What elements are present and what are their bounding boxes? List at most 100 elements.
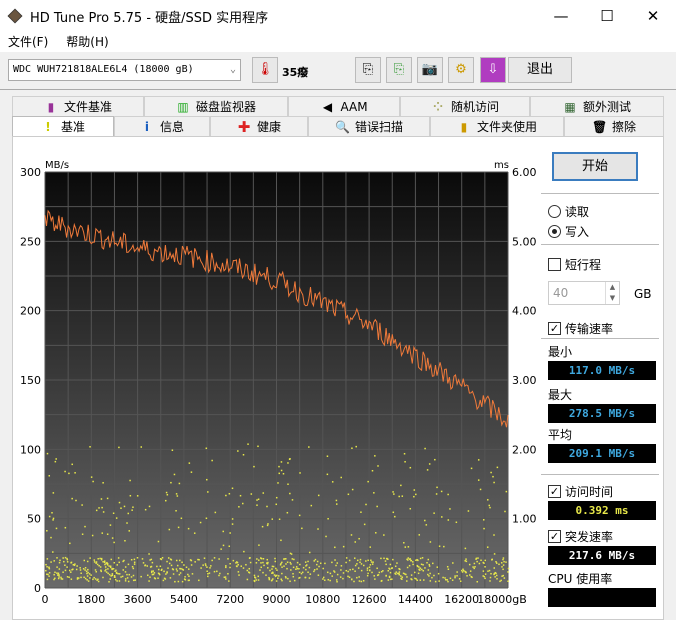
access-time-point	[290, 569, 292, 571]
access-time-point	[175, 493, 178, 495]
short-stroke-checkbox[interactable]: 短行程	[548, 256, 601, 273]
access-time-point	[456, 571, 458, 573]
access-time-value: 0.392 ms	[548, 501, 656, 520]
access-time-point	[304, 561, 307, 563]
access-time-point	[231, 523, 234, 525]
access-time-point	[211, 559, 213, 562]
access-time-point	[309, 573, 312, 575]
access-time-point	[242, 502, 244, 505]
access-time-point	[307, 571, 309, 574]
access-time-point	[331, 561, 333, 564]
short-stroke-size-input[interactable]: 40 ▲ ▼	[548, 281, 620, 305]
access-time-point	[188, 575, 190, 577]
start-button[interactable]: 开始	[552, 152, 638, 181]
access-time-point	[242, 567, 245, 569]
access-time-point	[340, 565, 343, 567]
access-time-point	[104, 563, 106, 566]
minimize-button[interactable]: —	[538, 0, 584, 32]
access-time-point	[412, 563, 414, 566]
access-time-point	[374, 578, 376, 580]
access-time-point	[281, 572, 283, 575]
access-time-point	[232, 559, 235, 562]
maximize-button[interactable]: ☐	[584, 0, 630, 32]
access-time-point	[302, 566, 305, 569]
access-time-point	[308, 446, 310, 448]
access-time-point	[286, 567, 288, 570]
x-tick-label: 7200	[216, 593, 244, 606]
access-time-point	[477, 557, 479, 559]
access-time-point	[340, 569, 342, 571]
x-tick-label: 16200	[444, 593, 479, 606]
access-time-point	[248, 572, 251, 574]
avg-label: 平均	[548, 428, 573, 442]
access-time-point	[175, 510, 177, 512]
access-time-point	[120, 507, 122, 509]
checkbox-box	[548, 258, 561, 271]
burst-rate-checkbox[interactable]: ✓ 突发速率	[548, 528, 613, 545]
access-time-point	[502, 558, 504, 561]
access-time-point	[447, 519, 450, 521]
access-time-point	[482, 519, 485, 521]
access-time-point	[469, 574, 471, 576]
access-time-point	[208, 572, 211, 574]
access-time-point	[289, 458, 291, 460]
access-time-point	[324, 562, 326, 565]
access-time-point	[100, 559, 103, 561]
access-time-point	[45, 563, 47, 566]
access-time-point	[259, 569, 261, 571]
access-time-point	[335, 503, 338, 505]
access-time-point	[68, 472, 70, 475]
access-time-point	[238, 506, 240, 508]
access-time-point	[180, 517, 183, 520]
tab-erase[interactable]: 🗑 擦除	[564, 116, 664, 136]
access-time-point	[280, 578, 283, 580]
access-time-point	[360, 511, 362, 513]
access-time-point	[476, 560, 478, 563]
access-time-point	[228, 545, 231, 548]
access-time-point	[308, 566, 311, 569]
spinner-arrows-icon[interactable]: ▲ ▼	[605, 282, 619, 304]
access-time-point	[205, 517, 208, 520]
access-time-point	[218, 558, 220, 560]
transfer-rate-checkbox[interactable]: ✓ 传输速率	[548, 320, 613, 337]
access-time-point	[177, 580, 180, 583]
access-time-point	[370, 561, 373, 563]
x-tick-label: 9000	[263, 593, 291, 606]
access-time-point	[489, 580, 491, 582]
access-time-point	[484, 566, 486, 568]
access-time-point	[375, 532, 377, 534]
access-time-point	[316, 563, 318, 566]
access-time-point	[287, 577, 289, 580]
write-radio[interactable]: 写入	[548, 223, 589, 240]
access-time-point	[296, 561, 299, 564]
access-time-point	[164, 499, 167, 502]
access-time-point	[58, 576, 60, 578]
access-time-point	[495, 561, 497, 563]
access-time-point	[124, 578, 127, 580]
access-time-point	[362, 580, 365, 582]
close-button[interactable]: ✕	[630, 0, 676, 32]
access-time-checkbox[interactable]: ✓ 访问时间	[548, 483, 613, 500]
access-time-point	[134, 579, 137, 581]
access-time-point	[113, 576, 116, 578]
access-time-point	[365, 503, 367, 506]
access-time-point	[363, 523, 366, 526]
access-time-point	[98, 507, 100, 509]
access-time-point	[277, 577, 279, 580]
tab-extra-tests[interactable]: ▦ 额外测试	[530, 96, 664, 116]
access-time-point	[492, 475, 494, 478]
read-radio[interactable]: 读取	[548, 203, 589, 220]
access-time-point	[255, 562, 258, 564]
access-time-point	[436, 566, 439, 568]
access-time-point	[115, 517, 118, 519]
access-time-point	[486, 546, 489, 548]
access-time-point	[166, 572, 168, 574]
y-tick-label: 250	[20, 235, 41, 248]
access-time-point	[94, 578, 97, 580]
access-time-point	[349, 568, 351, 571]
access-time-point	[335, 579, 338, 581]
access-time-point	[130, 558, 133, 561]
access-time-point	[95, 561, 98, 563]
access-time-point	[168, 528, 171, 531]
access-time-point	[52, 519, 54, 521]
